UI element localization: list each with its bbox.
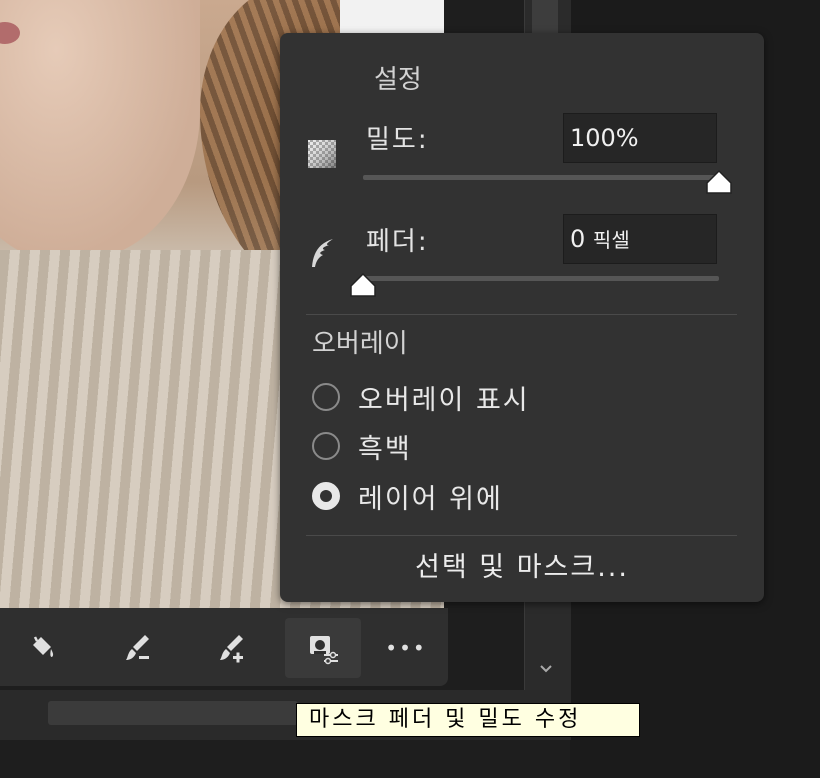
density-slider[interactable] xyxy=(363,175,719,180)
chevron-down-icon[interactable] xyxy=(536,660,556,680)
overlay-option-label: 흑백 xyxy=(358,433,412,465)
overlay-option-black-white[interactable]: 흑백 xyxy=(312,426,412,466)
contextual-taskbar: ••• xyxy=(0,608,448,686)
paint-bucket-button[interactable] xyxy=(4,618,80,678)
overlay-option-label: 오버레이 표시 xyxy=(358,384,530,416)
brush-subtract-icon xyxy=(126,635,149,660)
feather-label: 페더: xyxy=(366,227,429,257)
density-label: 밀도: xyxy=(366,125,429,155)
feather-input[interactable]: 0 픽셀 xyxy=(563,214,717,264)
density-slider-handle[interactable] xyxy=(706,170,732,194)
radio-button[interactable] xyxy=(312,432,340,460)
mask-feather-density-icon xyxy=(310,636,338,665)
feather-unit: 픽셀 xyxy=(592,228,630,252)
add-brush-button[interactable] xyxy=(194,618,270,678)
feather-icon xyxy=(307,237,337,267)
horizontal-scrollbar-thumb[interactable] xyxy=(48,701,298,725)
radio-button[interactable] xyxy=(312,383,340,411)
radio-button-checked[interactable] xyxy=(312,482,340,510)
more-options-button[interactable]: ••• xyxy=(368,618,444,678)
overlay-title: 오버레이 xyxy=(312,329,408,359)
feather-slider[interactable] xyxy=(363,276,719,281)
brush-add-icon xyxy=(220,635,243,663)
paint-bucket-icon xyxy=(33,636,54,657)
overlay-option-label: 레이어 위에 xyxy=(358,483,503,515)
subtract-brush-button[interactable] xyxy=(100,618,176,678)
select-and-mask-button[interactable]: 선택 및 마스크... xyxy=(280,545,764,584)
more-icon: ••• xyxy=(385,636,427,660)
settings-title: 설정 xyxy=(374,65,422,95)
feather-value: 0 xyxy=(570,225,586,253)
density-icon xyxy=(307,139,337,169)
mask-settings-panel: 설정 밀도: 100% 페더: 0 픽셀 오버레이 오버레이 표시 흑백 레이어… xyxy=(280,33,764,602)
density-input[interactable]: 100% xyxy=(563,113,717,163)
feather-slider-handle[interactable] xyxy=(350,273,376,297)
overlay-option-on-layer[interactable]: 레이어 위에 xyxy=(312,476,503,516)
overlay-option-show-overlay[interactable]: 오버레이 표시 xyxy=(312,377,530,417)
section-divider xyxy=(306,535,737,536)
section-divider xyxy=(306,314,737,315)
tooltip: 마스크 페더 및 밀도 수정 xyxy=(296,703,640,737)
mask-feather-density-button[interactable] xyxy=(285,618,361,678)
photo-skin xyxy=(0,0,200,260)
density-value: 100% xyxy=(570,124,639,152)
